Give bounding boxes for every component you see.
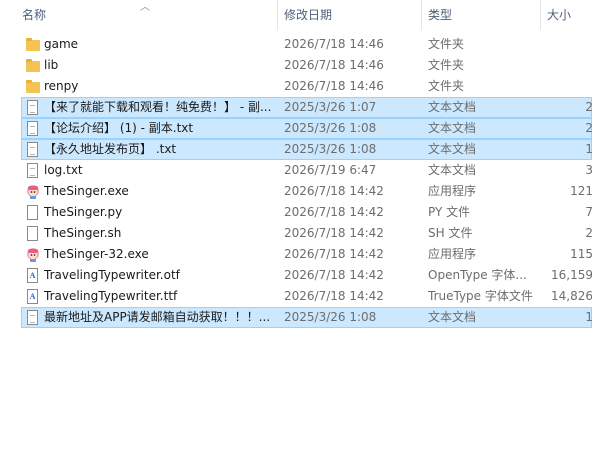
file-modified-date: 2026/7/18 14:46: [284, 58, 384, 72]
file-name: TravelingTypewriter.otf: [44, 268, 180, 282]
file-size: 2: [548, 119, 592, 138]
file-name: 【来了就能下载和观看！纯免费！】 - 副...: [44, 100, 272, 114]
file-size: 1: [548, 308, 592, 327]
blank-file-icon: [25, 205, 41, 221]
file-modified-date: 2025/3/26 1:08: [284, 121, 377, 135]
file-name: TheSinger-32.exe: [44, 247, 149, 261]
file-type: 应用程序: [428, 184, 477, 198]
file-name: 【永久地址发布页】 .txt: [44, 142, 177, 156]
file-row[interactable]: 【永久地址发布页】 .txt 2025/3/26 1:08 文本文档 1: [21, 139, 592, 160]
file-row[interactable]: TheSinger.sh 2026/7/18 14:42 SH 文件 2: [21, 223, 592, 244]
file-size: 2: [548, 98, 592, 117]
text-file-icon: [25, 121, 41, 137]
text-file-icon: [25, 100, 41, 116]
file-type: 文本文档: [428, 100, 477, 114]
file-type: 应用程序: [428, 247, 477, 261]
file-row[interactable]: TheSinger.py 2026/7/18 14:42 PY 文件 7: [21, 202, 592, 223]
file-name: log.txt: [44, 163, 83, 177]
file-name: TheSinger.sh: [44, 226, 122, 240]
file-modified-date: 2025/3/26 1:07: [284, 100, 377, 114]
file-row[interactable]: A TravelingTypewriter.ttf 2026/7/18 14:42 T…: [21, 286, 592, 307]
file-type: TrueType 字体文件: [428, 289, 533, 303]
file-type: 文件夹: [428, 79, 465, 93]
app-icon: [25, 184, 41, 200]
file-row[interactable]: 【来了就能下载和观看！纯免费！】 - 副... 2025/3/26 1:07 文本文…: [21, 97, 592, 118]
file-name: 最新地址及APP请发邮箱自动获取！！！...: [44, 310, 271, 324]
file-modified-date: 2026/7/18 14:42: [284, 268, 384, 282]
file-name: renpy: [44, 79, 79, 93]
file-size: [548, 35, 592, 54]
text-file-icon: [25, 142, 41, 158]
file-size: 14,826: [551, 289, 592, 303]
column-header-date[interactable]: 修改日期: [280, 0, 420, 30]
file-type: 文本文档: [428, 310, 477, 324]
app-icon: [25, 247, 41, 263]
file-size: 121: [570, 184, 592, 198]
file-size: [548, 56, 592, 75]
file-size: 1: [548, 140, 592, 159]
file-type: 文件夹: [428, 58, 465, 72]
file-name: TheSinger.py: [44, 205, 123, 219]
file-name: TheSinger.exe: [44, 184, 129, 198]
file-modified-date: 2026/7/18 14:42: [284, 289, 384, 303]
file-name: 【论坛介绍】 (1) - 副本.txt: [44, 121, 194, 135]
text-file-icon: [25, 310, 41, 326]
font-file-icon: A: [25, 268, 41, 284]
file-name: lib: [44, 58, 59, 72]
file-type: 文本文档: [428, 163, 477, 177]
column-divider[interactable]: [421, 0, 422, 30]
folder-icon: [25, 58, 41, 74]
file-modified-date: 2026/7/18 14:42: [284, 205, 384, 219]
file-type: SH 文件: [428, 226, 473, 240]
text-file-icon: [25, 163, 41, 179]
file-modified-date: 2026/7/18 14:42: [284, 247, 384, 261]
file-row[interactable]: game 2026/7/18 14:46 文件夹: [21, 34, 592, 55]
file-modified-date: 2026/7/19 6:47: [284, 163, 377, 177]
file-type: 文件夹: [428, 37, 465, 51]
blank-file-icon: [25, 226, 41, 242]
file-row[interactable]: log.txt 2026/7/19 6:47 文本文档 3: [21, 160, 592, 181]
file-row[interactable]: 最新地址及APP请发邮箱自动获取！！！... 2025/3/26 1:08 文本文档…: [21, 307, 592, 328]
file-modified-date: 2025/3/26 1:08: [284, 142, 377, 156]
file-modified-date: 2025/3/26 1:08: [284, 310, 377, 324]
file-modified-date: 2026/7/18 14:42: [284, 184, 384, 198]
file-size: [548, 77, 592, 96]
file-size: 3: [548, 161, 592, 180]
file-row[interactable]: renpy 2026/7/18 14:46 文件夹: [21, 76, 592, 97]
file-name: TravelingTypewriter.ttf: [44, 289, 178, 303]
file-modified-date: 2026/7/18 14:46: [284, 37, 384, 51]
file-row[interactable]: TheSinger-32.exe 2026/7/18 14:42 应用程序 115: [21, 244, 592, 265]
file-row[interactable]: A TravelingTypewriter.otf 2026/7/18 14:42 O…: [21, 265, 592, 286]
file-size: 115: [570, 247, 592, 261]
column-header-type[interactable]: 类型: [424, 0, 540, 30]
file-size: 2: [548, 224, 592, 243]
file-row[interactable]: lib 2026/7/18 14:46 文件夹: [21, 55, 592, 76]
file-row[interactable]: TheSinger.exe 2026/7/18 14:42 应用程序 121: [21, 181, 592, 202]
file-row[interactable]: 【论坛介绍】 (1) - 副本.txt 2025/3/26 1:08 文本文档 2: [21, 118, 592, 139]
sort-ascending-icon: ︿: [140, 2, 150, 13]
folder-icon: [25, 37, 41, 53]
column-header-size[interactable]: 大小: [543, 0, 592, 30]
folder-icon: [25, 79, 41, 95]
font-file-icon: A: [25, 289, 41, 305]
file-type: 文本文档: [428, 121, 477, 135]
file-size: 7: [548, 203, 592, 222]
file-modified-date: 2026/7/18 14:46: [284, 79, 384, 93]
file-size: 16,159: [551, 268, 592, 282]
file-type: OpenType 字体...: [428, 268, 527, 282]
column-header-bar: 名称 ︿ 修改日期 类型 大小: [0, 0, 592, 30]
column-divider[interactable]: [277, 0, 278, 30]
file-name: game: [44, 37, 79, 51]
file-type: PY 文件: [428, 205, 471, 219]
file-type: 文本文档: [428, 142, 477, 156]
column-divider[interactable]: [540, 0, 541, 30]
file-modified-date: 2026/7/18 14:42: [284, 226, 384, 240]
